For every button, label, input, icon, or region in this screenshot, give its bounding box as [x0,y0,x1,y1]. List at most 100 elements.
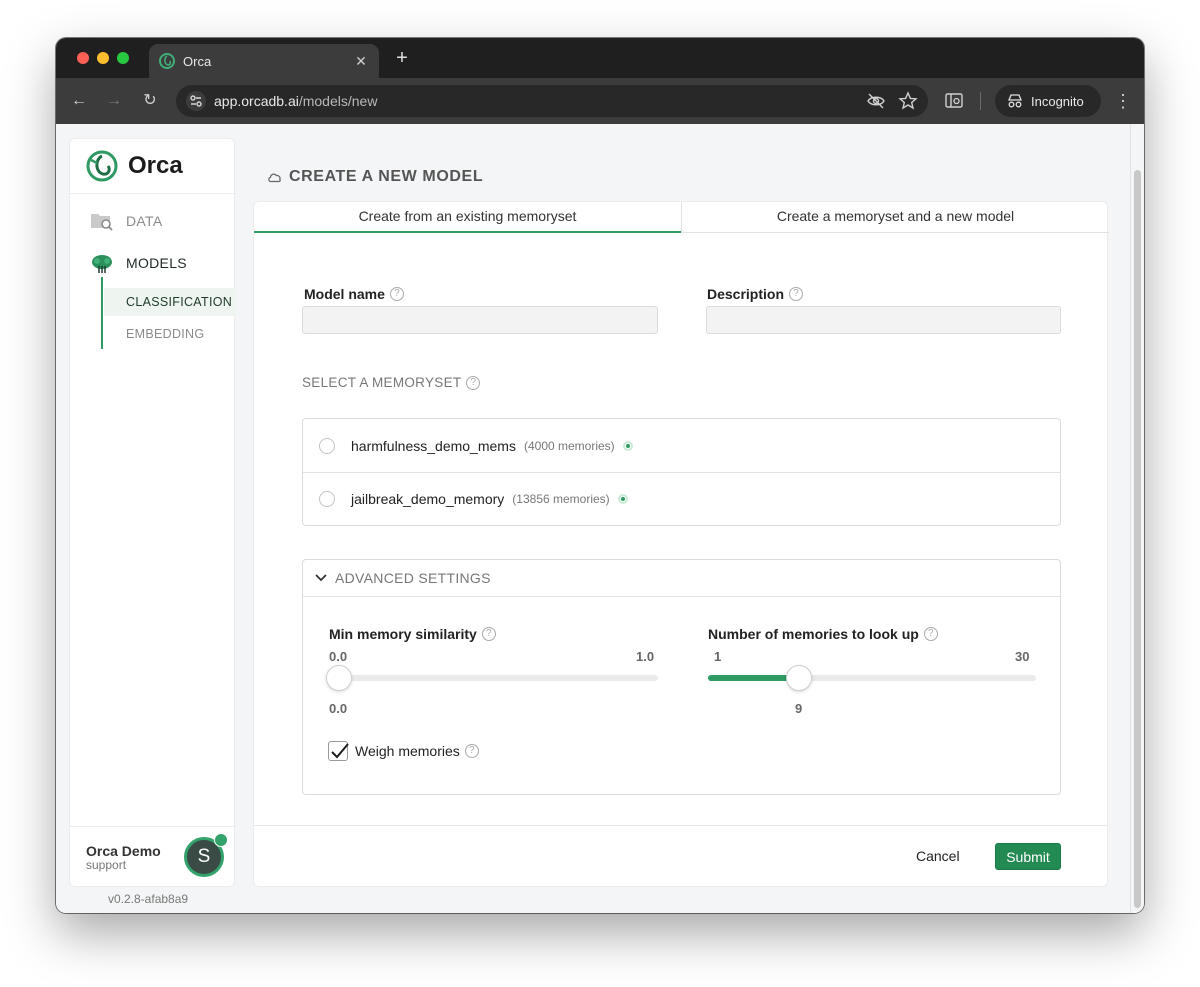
model-name-label: Model name ? [304,286,404,302]
page-scrollbar[interactable] [1130,124,1144,913]
cloud-icon [268,173,281,183]
help-icon[interactable]: ? [789,287,804,301]
create-model-card: Create from an existing memoryset Create… [253,201,1109,887]
sidebar-item-label: DATA [126,213,163,229]
sidebar-subitem-embedding[interactable]: EMBEDDING [104,320,236,348]
orca-logo-icon [86,150,118,182]
page-title: CREATE A NEW MODEL [267,168,483,186]
lookup-label-text: Number of memories to look up [708,626,919,642]
creation-tabs: Create from an existing memoryset Create… [254,202,1109,233]
similarity-slider-thumb[interactable] [326,665,352,691]
similarity-value: 0.0 [329,701,348,716]
browser-tab[interactable]: Orca ✕ [149,44,379,78]
cancel-button[interactable]: Cancel [916,843,960,869]
eye-off-icon[interactable] [866,91,886,111]
user-panel[interactable]: Orca Demo support S [70,826,236,886]
maximize-window-button[interactable] [117,52,129,64]
sidebar: Orca DATA MODELS CLASSIFICATION EMBEDDIN… [69,138,236,887]
help-icon[interactable]: ? [481,627,496,641]
brand-row[interactable]: Orca [70,139,236,194]
model-tree-icon [92,255,112,273]
memoryset-radio[interactable] [319,437,335,454]
incognito-icon [1008,94,1022,108]
submit-button[interactable]: Submit [995,843,1061,870]
sidebar-item-models[interactable]: MODELS [90,251,187,275]
memoryset-name: jailbreak_demo_memory [351,491,505,507]
tab-existing-memoryset[interactable]: Create from an existing memoryset [254,202,681,233]
close-tab-icon[interactable]: ✕ [351,53,371,70]
sidebar-item-data[interactable]: DATA [90,209,162,233]
lookup-slider-track[interactable] [708,665,1036,691]
chevron-down-icon [315,574,327,582]
sidebar-subitem-classification[interactable]: CLASSIFICATION [104,288,236,316]
memoryset-option[interactable]: harmfulness_demo_mems (4000 memories) [303,419,1060,472]
advanced-settings-panel: ADVANCED SETTINGS Min memory similarity … [302,559,1061,795]
checkmark-icon [331,743,349,759]
sidebar-item-label: MODELS [126,255,187,271]
scrollbar-thumb[interactable] [1134,170,1141,908]
help-icon[interactable]: ? [466,375,481,390]
url-path: /models/new [298,93,378,109]
status-dot-icon [617,494,628,504]
description-input[interactable] [706,306,1061,334]
page-title-text: CREATE A NEW MODEL [289,168,484,185]
reload-icon[interactable]: ↻ [139,90,161,112]
browser-window: Orca ✕ + ← → ↻ app.orcadb.ai/models/new [56,38,1144,913]
forward-icon[interactable]: → [103,90,125,112]
lookup-label: Number of memories to look up ? [708,626,938,642]
similarity-label: Min memory similarity ? [329,626,496,642]
crown-badge-icon [214,833,228,847]
memoryset-radio[interactable] [319,491,335,507]
brand-name: Orca [128,152,183,179]
help-icon[interactable]: ? [389,287,404,301]
minimize-window-button[interactable] [97,52,109,64]
help-icon[interactable]: ? [464,744,479,758]
memoryset-name: harmfulness_demo_mems [351,437,516,454]
description-label-text: Description [707,286,785,302]
version-label: v0.2.8-afab8a9 [108,892,189,906]
lookup-max-label: 30 [1015,649,1030,664]
browser-toolbar: ← → ↻ app.orcadb.ai/models/new Incognito… [56,78,1144,124]
weigh-memories-label-text: Weigh memories [355,743,460,759]
form-actions: Cancel Submit [254,825,1107,886]
memoryset-section-text: SELECT A MEMORYSET [302,375,462,390]
similarity-min-label: 0.0 [329,649,348,664]
advanced-settings-toggle[interactable]: ADVANCED SETTINGS [303,560,1060,597]
tab-new-memoryset[interactable]: Create a memoryset and a new model [681,202,1109,233]
model-name-label-text: Model name [304,286,385,302]
browser-tab-bar: Orca ✕ + [56,38,1144,78]
description-label: Description ? [707,286,804,302]
browser-menu-icon[interactable]: ⋮ [1114,90,1132,112]
weigh-memories-checkbox[interactable] [328,741,349,761]
back-icon[interactable]: ← [68,90,90,112]
main-panel: CREATE A NEW MODEL Create from an existi… [253,138,1109,887]
tab-title: Orca [183,53,212,69]
lookup-slider-thumb[interactable] [786,665,812,691]
memoryset-section-label: SELECT A MEMORYSET ? [302,375,481,390]
bookmark-star-icon[interactable] [898,91,918,111]
sidebar-subitem-label: EMBEDDING [126,327,205,341]
page-content: Orca DATA MODELS CLASSIFICATION EMBEDDIN… [56,124,1144,913]
memoryset-count: (4000 memories) [523,438,615,453]
site-settings-icon[interactable] [186,91,206,111]
address-bar[interactable]: app.orcadb.ai/models/new [176,85,928,117]
user-role: support [86,858,127,872]
user-name: Orca Demo [86,843,161,859]
lookup-min-label: 1 [714,649,722,664]
model-name-input[interactable] [302,306,658,334]
toolbar-divider [980,92,981,110]
sidebar-subitem-label: CLASSIFICATION [126,295,233,309]
help-icon[interactable]: ? [923,627,938,641]
new-tab-button[interactable]: + [390,46,414,70]
memoryset-option[interactable]: jailbreak_demo_memory (13856 memories) [303,472,1060,525]
side-panel-icon[interactable] [944,91,964,111]
url-text: app.orcadb.ai/models/new [214,93,377,109]
folder-search-icon [91,214,113,231]
incognito-button[interactable]: Incognito [995,85,1101,117]
close-window-button[interactable] [77,52,89,64]
orca-favicon-icon [159,53,175,69]
lookup-value: 9 [795,701,803,716]
incognito-label: Incognito [1031,93,1084,109]
similarity-max-label: 1.0 [636,649,655,664]
similarity-slider-track[interactable] [326,665,658,691]
